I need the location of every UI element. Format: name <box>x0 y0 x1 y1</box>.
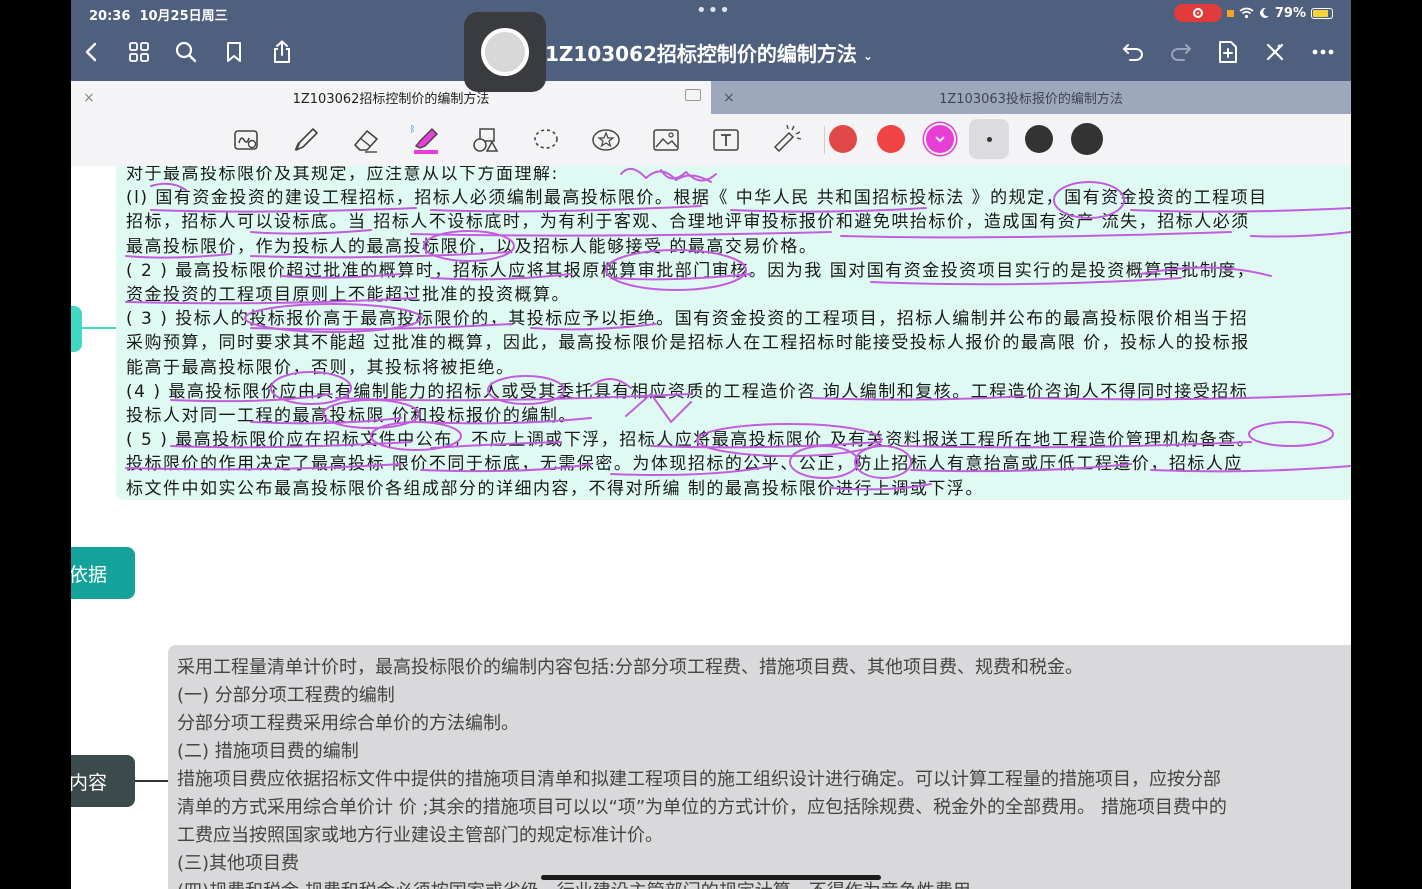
image-icon[interactable] <box>648 122 684 158</box>
gray-line: (三)其他项目费 <box>177 853 300 874</box>
size-small-button-selected[interactable] <box>969 119 1009 159</box>
search-icon[interactable] <box>172 38 200 66</box>
lasso-handwriting-icon[interactable] <box>228 122 264 158</box>
tab-label: 1Z103063投标报价的编制方法 <box>939 92 1123 107</box>
green-line: 能高于最高投标限价，否则，其投标将被拒绝。 <box>126 357 515 378</box>
document-tabs: × 1Z103062招标控制价的编制方法 × 1Z103063投标报价的编制方法 <box>71 81 1351 114</box>
gray-line: (二) 措施项目费的编制 <box>177 741 359 762</box>
redo-icon[interactable] <box>1167 38 1195 66</box>
grid-icon[interactable] <box>125 38 153 66</box>
top-toolbar: 20:36 10月25日周三 ••• 79% 1Z103062招标控制价的编制方… <box>71 0 1351 81</box>
green-line: ( 5 ) 最高投标限价应在招标文件中公布，不应上调或下浮，招标人应将最高投标限… <box>126 430 1256 451</box>
gray-line: 清单的方式采用综合单价计 价 ;其余的措施项目可以以“项”为单位的方式计价，应包… <box>177 797 1227 818</box>
undo-icon[interactable] <box>1119 38 1147 66</box>
gray-note-text: 采用工程量清单计价时，最高投标限价的编制内容包括:分部分项工程费、措施项目费、其… <box>177 654 1227 889</box>
battery-icon <box>1311 7 1333 19</box>
toolbar-divider <box>824 126 825 154</box>
record-knob-icon <box>481 28 529 76</box>
record-icon <box>1192 8 1203 18</box>
green-line: (4 ) 最高投标限价应由具有编制能力的招标人或受其委托具有相应资质的工程造价咨… <box>126 381 1249 402</box>
gray-line: 措施项目费应依据招标文件中提供的措施项目清单和拟建工程项目的施工组织设计进行确定… <box>177 769 1221 790</box>
lasso-icon[interactable] <box>528 122 564 158</box>
tab-second-document[interactable]: × 1Z103063投标报价的编制方法 <box>711 81 1351 114</box>
shapes-icon[interactable] <box>468 122 504 158</box>
eraser-icon[interactable] <box>348 122 384 158</box>
green-line: 招标，招标人可以设标底。当 招标人不设标底时，为有利于客观、合理地评审投标报价和… <box>126 212 1250 233</box>
tab-active-document[interactable]: × 1Z103062招标控制价的编制方法 <box>71 81 711 114</box>
mindmap-connector <box>135 780 169 782</box>
chevron-down-icon <box>935 136 945 143</box>
home-indicator[interactable] <box>541 875 881 880</box>
color-red-swatch[interactable] <box>829 125 857 153</box>
svg-text:ᛒ: ᛒ <box>410 124 415 135</box>
green-line: ( 2 ) 最高投标限价超过批准的概算时，招标人应将其报原概算审批部门审核。因为… <box>126 260 1256 281</box>
color-coral-swatch[interactable] <box>877 125 905 153</box>
highlighter-icon[interactable]: ᛒ <box>408 122 444 158</box>
multitask-dots[interactable]: ••• <box>696 0 731 21</box>
tab-label: 1Z103062招标控制价的编制方法 <box>292 92 490 107</box>
green-line: 投标人对同一工程的最高投标限 价和投标报价的编制。 <box>126 406 577 427</box>
green-note-text: 对于最高投标限价及其规定，应注意从以下方面理解: (l) 国有资金投资的建设工程招… <box>126 166 1351 501</box>
gray-line: (一) 分部分项工程费的编制 <box>177 685 395 706</box>
green-line: (l) 国有资金投资的建设工程招标，招标人必须编制最高投标限价。根据《 中华人民… <box>126 188 1268 209</box>
add-page-icon[interactable] <box>1214 38 1242 66</box>
mindmap-node-content[interactable]: 内容 <box>71 755 135 807</box>
mindmap-note-gray[interactable]: 采用工程量清单计价时，最高投标限价的编制内容包括:分部分项工程费、措施项目费、其… <box>168 645 1351 889</box>
share-icon[interactable] <box>268 38 296 66</box>
app-screen: 20:36 10月25日周三 ••• 79% 1Z103062招标控制价的编制方… <box>71 0 1351 889</box>
split-view-icon[interactable] <box>685 89 701 101</box>
mic-indicator-icon <box>1226 9 1234 17</box>
gray-line: 采用工程量清单计价时，最高投标限价的编制内容包括:分部分项工程费、措施项目费、其… <box>177 657 1084 678</box>
status-indicators: 79% <box>1173 4 1333 22</box>
tab-close-icon[interactable]: × <box>723 90 735 106</box>
size-dot-icon <box>987 137 992 142</box>
gray-line: 工费应当按照国家或地方行业建设主管部门的规定标准计价。 <box>177 825 663 846</box>
green-line: 标文件中如实公布最高投标限价各组成部分的详细内容，不得对所编 制的最高投标限价进… <box>126 478 984 499</box>
close-x-icon[interactable] <box>1261 38 1289 66</box>
color-magenta-swatch-selected[interactable] <box>926 125 954 153</box>
green-line: 对于最高投标限价及其规定，应注意从以下方面理解: <box>126 166 559 184</box>
gray-line: 分部分项工程费采用综合单价的方法编制。 <box>177 713 519 734</box>
more-icon[interactable] <box>1309 38 1337 66</box>
tab-close-icon[interactable]: × <box>83 90 95 106</box>
mindmap-note-green[interactable]: 对于最高投标限价及其规定，应注意从以下方面理解: (l) 国有资金投资的建设工程招… <box>116 166 1351 500</box>
battery-percent: 79% <box>1274 5 1306 21</box>
mindmap-node-basis[interactable]: 依据 <box>71 547 135 599</box>
screen-recording-indicator[interactable] <box>1173 4 1222 22</box>
document-title[interactable]: 1Z103062招标控制价的编制方法 ⌄ <box>545 38 873 67</box>
back-icon[interactable] <box>77 38 105 66</box>
moon-icon <box>1259 7 1269 18</box>
size-medium-button[interactable] <box>1025 125 1053 153</box>
size-large-button[interactable] <box>1071 123 1103 155</box>
laser-pointer-icon[interactable] <box>768 122 804 158</box>
green-line: 资金投资的工程项目原则上不能超过批准的投资概算。 <box>126 285 570 306</box>
sticker-icon[interactable] <box>588 122 624 158</box>
chevron-down-icon: ⌄ <box>862 48 873 63</box>
pen-icon[interactable] <box>288 122 324 158</box>
status-time: 20:36 10月25日周三 <box>89 9 228 24</box>
screen-recorder-button[interactable] <box>464 12 546 92</box>
text-icon[interactable] <box>708 122 744 158</box>
green-line: 采购预算，同时要求其不能超 过批准的概算，因此，最高投标限价是招标人在工程招标时… <box>126 333 1250 354</box>
green-line: 投标限价的作用决定了最高投标 限价不同于标底，无需保密。为体现招标的公平、公正，… <box>126 454 1243 475</box>
green-line: 最高投标限价，作为投标人的最高投标限价，以及招标人能够接受 的最高交易价格。 <box>126 236 818 257</box>
drawing-toolbar: ᛒ <box>71 114 1351 167</box>
mindmap-node-collapsed[interactable] <box>71 306 82 352</box>
mindmap-connector <box>82 327 116 329</box>
wifi-icon <box>1239 7 1254 19</box>
green-line: ( 3 ) 投标人的投标报价高于最高投标限价的，其投标应予以拒绝。国有资金投资的… <box>126 309 1249 330</box>
note-canvas[interactable]: 对于最高投标限价及其规定，应注意从以下方面理解: (l) 国有资金投资的建设工程招… <box>71 166 1351 889</box>
bookmark-icon[interactable] <box>220 38 248 66</box>
